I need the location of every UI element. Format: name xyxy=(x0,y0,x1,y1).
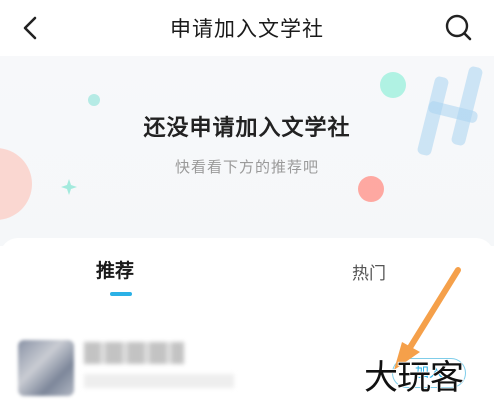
active-tab-indicator xyxy=(110,292,132,296)
club-description-blurred xyxy=(84,374,234,388)
empty-state-title: 还没申请加入文学社 xyxy=(143,116,351,141)
empty-state-banner: 还没申请加入文学社 快看看下方的推荐吧 xyxy=(0,56,494,246)
club-avatar xyxy=(18,340,74,396)
tab-hot[interactable]: 热门 xyxy=(352,259,386,284)
page: 申请加入文学社 还没申请加入文学社 快看看下方的推荐吧 推荐 热门 加入 大玩客 xyxy=(0,0,494,402)
tab-recommend[interactable]: 推荐 xyxy=(96,256,134,283)
decor-circle-red xyxy=(358,176,384,202)
decor-dot-teal xyxy=(88,94,100,106)
watermark-text: 大玩客 xyxy=(363,357,465,399)
page-title: 申请加入文学社 xyxy=(170,17,324,41)
club-name-blurred xyxy=(84,342,184,364)
search-icon xyxy=(445,14,472,41)
decor-circle-mint xyxy=(380,72,406,98)
decor-sparkle-icon xyxy=(58,176,80,202)
search-button[interactable] xyxy=(442,11,476,45)
top-nav-bar: 申请加入文学社 xyxy=(0,0,494,56)
empty-state-subtitle: 快看看下方的推荐吧 xyxy=(174,158,319,176)
